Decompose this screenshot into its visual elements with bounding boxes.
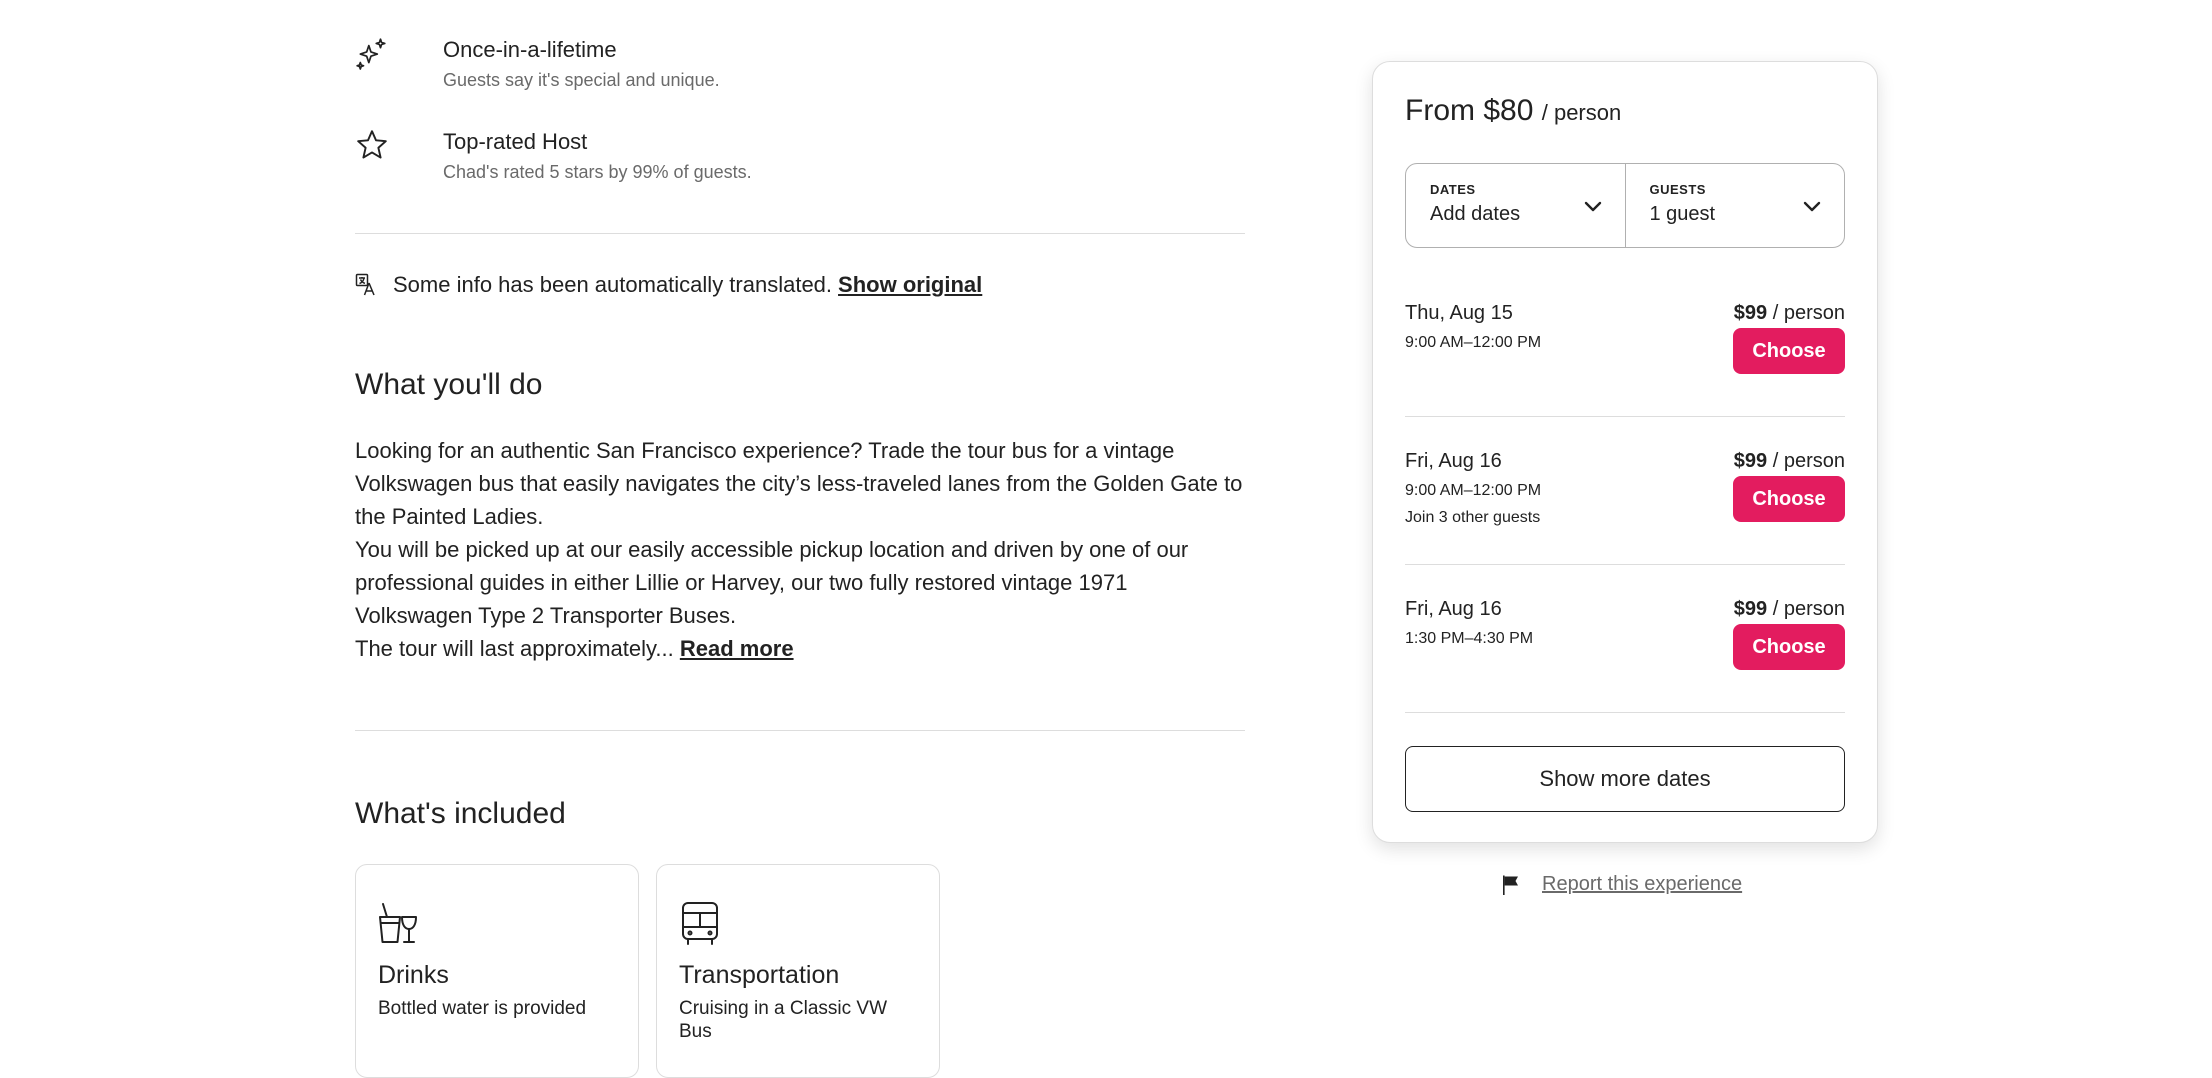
show-original-link[interactable]: Show original xyxy=(838,272,982,298)
slot-date: Fri, Aug 16 xyxy=(1405,450,1502,472)
description-paragraph: The tour will last approximately... Read… xyxy=(355,632,1245,665)
included-description: Bottled water is provided xyxy=(378,998,587,1019)
slot-price-unit: / person xyxy=(1772,302,1845,324)
included-title: Drinks xyxy=(378,961,449,989)
guests-picker[interactable]: GUESTS 1 guest xyxy=(1624,164,1845,247)
slot-price: $99 / person xyxy=(1734,302,1845,325)
choose-button[interactable]: Choose xyxy=(1733,476,1845,522)
dates-value: Add dates xyxy=(1430,203,1521,225)
highlight-once-in-a-lifetime: Once-in-a-lifetime Guests say it's speci… xyxy=(355,36,720,92)
translation-text: Some info has been automatically transla… xyxy=(393,272,833,297)
experience-description: Looking for an authentic San Francisco e… xyxy=(355,434,1245,665)
chevron-down-icon xyxy=(1583,196,1603,216)
slot-time: 1:30 PM–4:30 PM xyxy=(1405,630,1534,647)
description-paragraph: You will be picked up at our easily acce… xyxy=(355,537,1189,628)
slot-price: $99 / person xyxy=(1734,598,1845,621)
included-description: Cruising in a Classic VW Bus xyxy=(679,998,887,1042)
sparkles-icon xyxy=(355,36,389,70)
price-per-unit: / person xyxy=(1541,100,1622,125)
slot-time: 9:00 AM–12:00 PM xyxy=(1405,482,1542,499)
price-header: From $80 / person xyxy=(1405,94,1621,128)
what-you-will-do-heading: What you'll do xyxy=(355,368,543,401)
slot-divider xyxy=(1405,712,1845,713)
included-card-drinks: Drinks Bottled water is provided xyxy=(355,864,639,1078)
description-truncated: The tour will last approximately... xyxy=(355,636,674,661)
highlight-top-rated-host: Top-rated Host Chad's rated 5 stars by 9… xyxy=(355,128,752,184)
slot-date: Thu, Aug 15 xyxy=(1405,302,1513,324)
highlight-subtitle: Guests say it's special and unique. xyxy=(443,70,720,90)
report-experience-link[interactable]: Report this experience xyxy=(1500,873,1742,896)
divider xyxy=(355,730,1245,731)
translation-notice: Some info has been automatically transla… xyxy=(355,272,982,298)
included-title: Transportation xyxy=(679,961,840,989)
slot-price-value: $99 xyxy=(1733,598,1768,620)
read-more-link[interactable]: Read more xyxy=(680,636,794,661)
divider xyxy=(355,233,1245,234)
slot-price: $99 / person xyxy=(1734,450,1845,473)
drinks-icon xyxy=(378,901,420,945)
slot-note: Join 3 other guests xyxy=(1405,509,1541,526)
dates-label: DATES xyxy=(1430,182,1476,197)
highlight-title: Top-rated Host xyxy=(443,129,588,154)
description-paragraph: Looking for an authentic San Francisco e… xyxy=(355,438,1243,529)
choose-button[interactable]: Choose xyxy=(1733,328,1845,374)
date-guest-picker: DATES Add dates GUESTS 1 guest xyxy=(1405,163,1845,248)
booking-panel: From $80 / person DATES Add dates GUESTS… xyxy=(1372,61,1878,843)
star-icon xyxy=(355,128,389,162)
slot-divider xyxy=(1405,416,1845,417)
highlight-subtitle: Chad's rated 5 stars by 99% of guests. xyxy=(443,162,752,182)
slot-price-value: $99 xyxy=(1733,450,1768,472)
choose-button[interactable]: Choose xyxy=(1733,624,1845,670)
slot-price-unit: / person xyxy=(1772,598,1845,620)
whats-included-heading: What's included xyxy=(355,797,566,830)
slot-price-value: $99 xyxy=(1733,302,1768,324)
included-card-transportation: Transportation Cruising in a Classic VW … xyxy=(656,864,940,1078)
flag-icon xyxy=(1500,874,1522,896)
date-slot: Thu, Aug 15 9:00 AM–12:00 PM $99 / perso… xyxy=(1405,302,1845,450)
report-label: Report this experience xyxy=(1542,873,1743,895)
chevron-down-icon xyxy=(1802,196,1822,216)
guests-label: GUESTS xyxy=(1649,182,1706,197)
slot-date: Fri, Aug 16 xyxy=(1405,598,1502,620)
show-more-dates-button[interactable]: Show more dates xyxy=(1405,746,1845,812)
date-slot: Fri, Aug 16 9:00 AM–12:00 PM Join 3 othe… xyxy=(1405,450,1845,598)
price-from: From $80 xyxy=(1405,94,1534,127)
slot-price-unit: / person xyxy=(1772,450,1845,472)
slot-time: 9:00 AM–12:00 PM xyxy=(1405,334,1542,351)
dates-picker[interactable]: DATES Add dates xyxy=(1406,164,1625,247)
highlight-title: Once-in-a-lifetime xyxy=(443,37,617,62)
slot-divider xyxy=(1405,564,1845,565)
translate-icon xyxy=(355,273,379,297)
bus-icon xyxy=(679,901,721,945)
date-slot: Fri, Aug 16 1:30 PM–4:30 PM $99 / person… xyxy=(1405,598,1845,746)
guests-value: 1 guest xyxy=(1649,203,1716,225)
